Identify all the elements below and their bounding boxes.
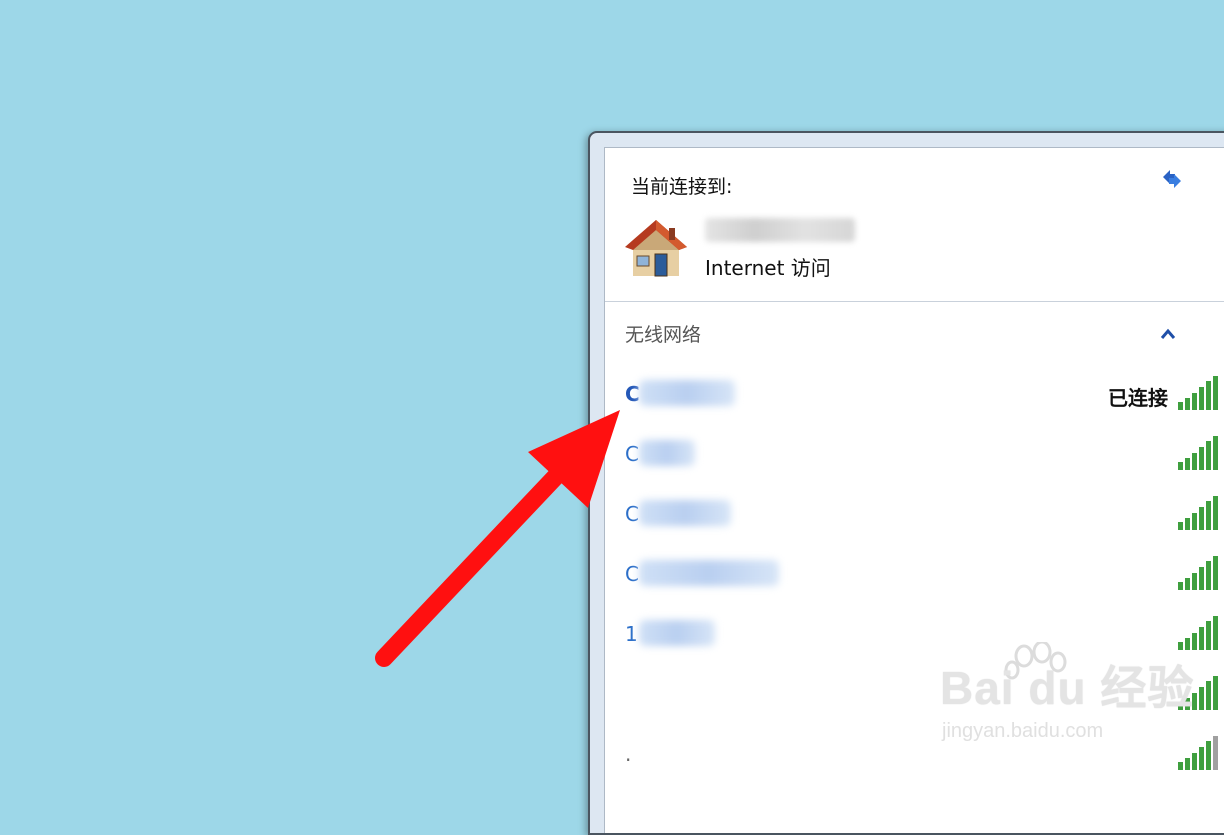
network-item-4[interactable]: C bbox=[605, 548, 1224, 608]
network-item-7[interactable]: . bbox=[605, 728, 1224, 788]
house-icon bbox=[623, 216, 689, 282]
section-divider bbox=[605, 301, 1224, 302]
network-name-redacted bbox=[639, 440, 695, 466]
signal-bars-icon bbox=[1178, 376, 1218, 410]
network-name-redacted bbox=[639, 560, 779, 586]
signal-bars-icon bbox=[1178, 616, 1218, 650]
current-connection-label: 当前连接到: bbox=[631, 176, 733, 198]
chevron-up-icon[interactable] bbox=[1158, 324, 1178, 344]
signal-bars-icon bbox=[1178, 496, 1218, 530]
network-name: . bbox=[625, 742, 632, 766]
signal-bars-icon bbox=[1178, 676, 1218, 710]
connection-status: 已连接 bbox=[1108, 386, 1168, 410]
signal-bars-icon bbox=[1178, 436, 1218, 470]
signal-bars-icon bbox=[1178, 736, 1218, 770]
network-name-redacted bbox=[639, 380, 735, 406]
current-network-name-redacted bbox=[705, 218, 855, 242]
desktop: { "popup": { "current_label": "当前连接到:", … bbox=[0, 0, 1224, 835]
network-popup: 当前连接到: Internet 访问 无线网络 C 已连接 C C C 1 . bbox=[588, 131, 1224, 835]
network-name-redacted bbox=[639, 620, 715, 646]
wireless-networks-label: 无线网络 bbox=[625, 324, 702, 346]
network-item-3[interactable]: C bbox=[605, 488, 1224, 548]
network-item-5[interactable]: 1 bbox=[605, 608, 1224, 668]
network-item-6[interactable] bbox=[605, 668, 1224, 728]
current-network-access: Internet 访问 bbox=[705, 256, 831, 280]
network-item-1[interactable]: C 已连接 bbox=[605, 368, 1224, 428]
network-panel: 当前连接到: Internet 访问 无线网络 C 已连接 C C C 1 . bbox=[604, 147, 1224, 833]
network-item-2[interactable]: C bbox=[605, 428, 1224, 488]
red-arrow-annotation bbox=[375, 410, 620, 667]
signal-bars-icon bbox=[1178, 556, 1218, 590]
network-name-redacted bbox=[639, 500, 731, 526]
refresh-icon[interactable] bbox=[1157, 164, 1187, 194]
